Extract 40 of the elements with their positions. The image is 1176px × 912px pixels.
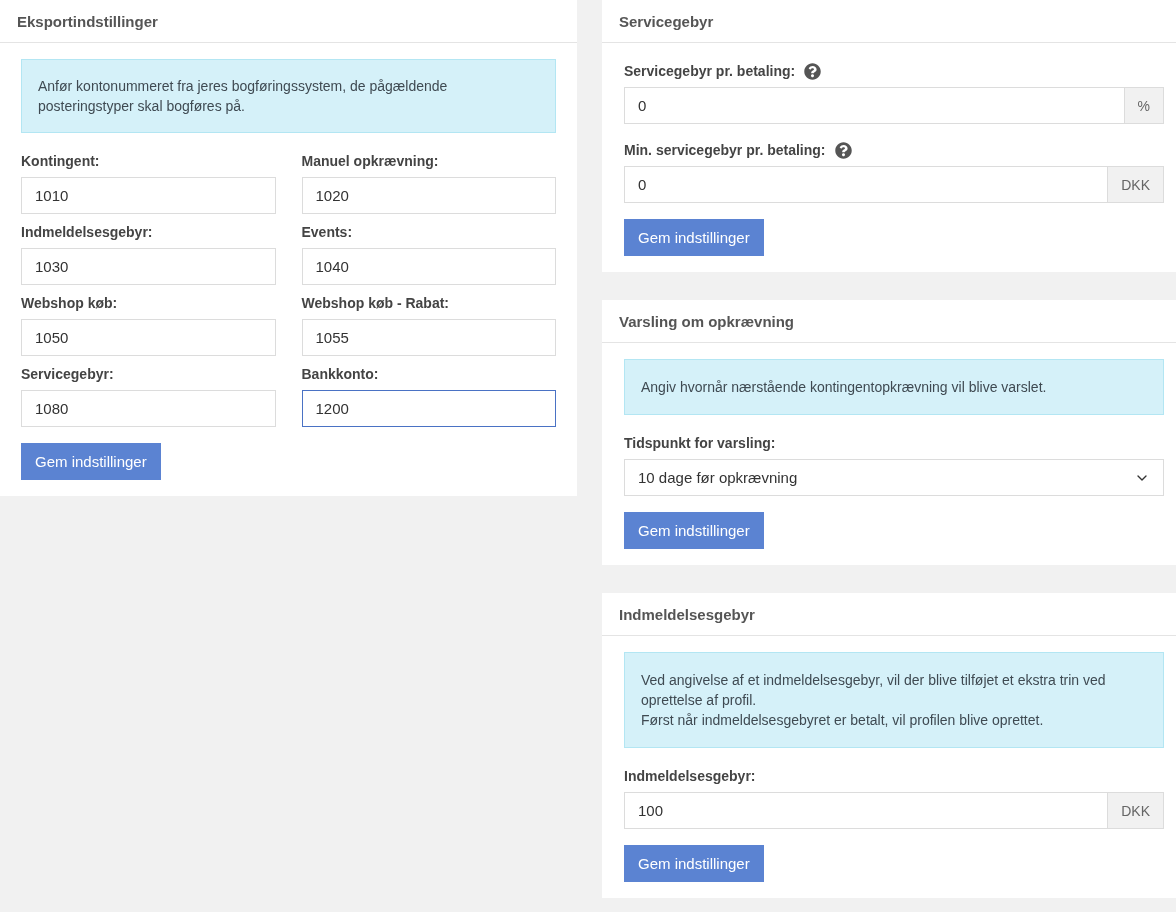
help-icon[interactable] — [804, 62, 822, 80]
card-title: Servicegebyr — [619, 12, 714, 30]
input-field[interactable]: 1020 — [301, 177, 556, 214]
field-label: Bankkonto: — [301, 366, 379, 382]
help-icon[interactable] — [834, 141, 852, 159]
input-field[interactable]: 1055 — [301, 319, 556, 356]
info-box: Angiv hvornår nærstående kontingentopkrævning vil blive varslet. — [624, 359, 1164, 415]
unit-addon: DKK — [1108, 792, 1164, 829]
info-box: Anfør kontonummeret fra jeres bogføringssystem, de pågældende posteringstyper skal bogføres på. — [21, 59, 556, 133]
field-label: Events: — [301, 224, 353, 240]
card-title: Eksportindstillinger — [17, 12, 158, 30]
field-label: Min. servicegebyr pr. betaling: — [624, 142, 826, 158]
input-field[interactable]: 0 — [624, 87, 1125, 124]
field-label: Indmeldelsesgebyr: — [21, 224, 153, 240]
field-label: Manuel opkrævning: — [301, 153, 439, 169]
field-label: Indmeldelsesgebyr: — [624, 768, 756, 784]
input-field[interactable]: 1050 — [21, 319, 276, 356]
save-button[interactable]: Gem indstillinger — [624, 219, 764, 256]
input-field[interactable]: 100 — [624, 792, 1109, 829]
input-field[interactable]: 1040 — [301, 248, 556, 285]
input-field[interactable]: 1080 — [21, 390, 276, 427]
select-field[interactable]: 10 dage før opkrævning — [624, 459, 1164, 496]
input-field[interactable]: 1030 — [21, 248, 276, 285]
field-label: Webshop køb - Rabat: — [301, 295, 450, 311]
input-field[interactable]: 1200 — [301, 390, 556, 427]
save-button[interactable]: Gem indstillinger — [21, 443, 161, 480]
input-field[interactable]: 0 — [624, 166, 1109, 203]
card-title: Varsling om opkrævning — [619, 312, 795, 330]
field-label: Kontingent: — [21, 153, 100, 169]
input-field[interactable]: 1010 — [21, 177, 276, 214]
field-label: Servicegebyr: — [21, 366, 114, 382]
save-button[interactable]: Gem indstillinger — [624, 845, 764, 882]
unit-addon: DKK — [1108, 166, 1164, 203]
field-label: Webshop køb: — [21, 295, 118, 311]
save-button[interactable]: Gem indstillinger — [624, 512, 764, 549]
field-label: Tidspunkt for varsling: — [624, 435, 776, 451]
card-title: Indmeldelsesgebyr — [619, 605, 755, 623]
field-label: Servicegebyr pr. betaling: — [624, 63, 796, 79]
unit-addon: % — [1124, 87, 1164, 124]
info-box: Ved angivelse af et indmeldelsesgebyr, vil der blive tilføjet et ekstra trin ved oprettelse af profil. Først når indmeldelsesgebyret er betalt, vil profilen blive oprettet. — [624, 652, 1164, 748]
